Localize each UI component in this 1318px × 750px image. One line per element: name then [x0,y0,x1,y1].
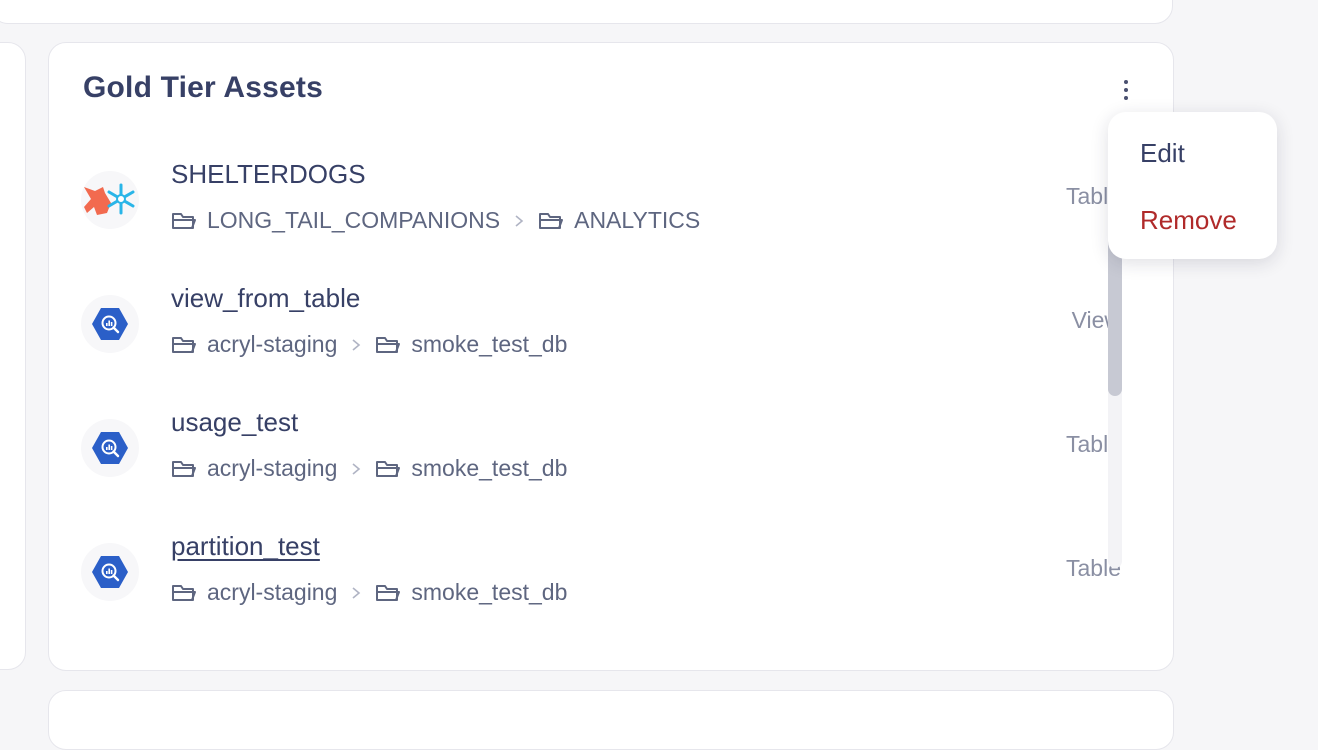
asset-row[interactable]: SHELTERDOGS LONG_TAIL_COMPANIONS ANALYTI… [81,147,1141,257]
side-widget-card [0,42,26,670]
asset-row[interactable]: partition_test acryl-staging smoke_test_… [81,519,1141,629]
folder-icon [375,458,401,480]
folder-icon [538,210,564,232]
path-dataset[interactable]: smoke_test_db [411,455,567,482]
asset-path: LONG_TAIL_COMPANIONS ANALYTICS [171,207,700,234]
path-dataset[interactable]: smoke_test_db [411,331,567,358]
menu-item-edit[interactable]: Edit [1140,138,1185,169]
menu-item-remove[interactable]: Remove [1140,205,1237,236]
asset-path: acryl-staging smoke_test_db [171,579,567,606]
next-widget-card [48,690,1174,750]
folder-icon [375,334,401,356]
path-schema[interactable]: ANALYTICS [574,207,700,234]
folder-icon [171,458,197,480]
path-project[interactable]: acryl-staging [207,331,337,358]
chevron-right-icon [349,337,363,353]
bigquery-icon [81,295,139,353]
path-database[interactable]: LONG_TAIL_COMPANIONS [207,207,500,234]
asset-row[interactable]: view_from_table acryl-staging smoke_test… [81,271,1141,381]
bigquery-icon [81,419,139,477]
folder-icon [375,582,401,604]
asset-name-link[interactable]: partition_test [171,531,320,562]
folder-icon [171,582,197,604]
more-options-icon[interactable] [1114,73,1138,107]
dbt-snowflake-icon [81,171,139,229]
bigquery-icon [81,543,139,601]
widget-options-menu: Edit Remove [1108,112,1277,259]
gold-tier-assets-widget: Gold Tier Assets SHELTERDOGS LONG_TAIL_C… [48,42,1174,671]
asset-name-link[interactable]: usage_test [171,407,298,438]
previous-widget-card [0,0,1173,24]
widget-title: Gold Tier Assets [83,71,323,104]
path-project[interactable]: acryl-staging [207,579,337,606]
asset-name-link[interactable]: view_from_table [171,283,360,314]
asset-row[interactable]: usage_test acryl-staging smoke_test_db T… [81,395,1141,505]
asset-path: acryl-staging smoke_test_db [171,331,567,358]
chevron-right-icon [512,213,526,229]
asset-path: acryl-staging smoke_test_db [171,455,567,482]
path-project[interactable]: acryl-staging [207,455,337,482]
folder-icon [171,210,197,232]
chevron-right-icon [349,461,363,477]
folder-icon [171,334,197,356]
path-dataset[interactable]: smoke_test_db [411,579,567,606]
chevron-right-icon [349,585,363,601]
asset-name-link[interactable]: SHELTERDOGS [171,159,366,190]
